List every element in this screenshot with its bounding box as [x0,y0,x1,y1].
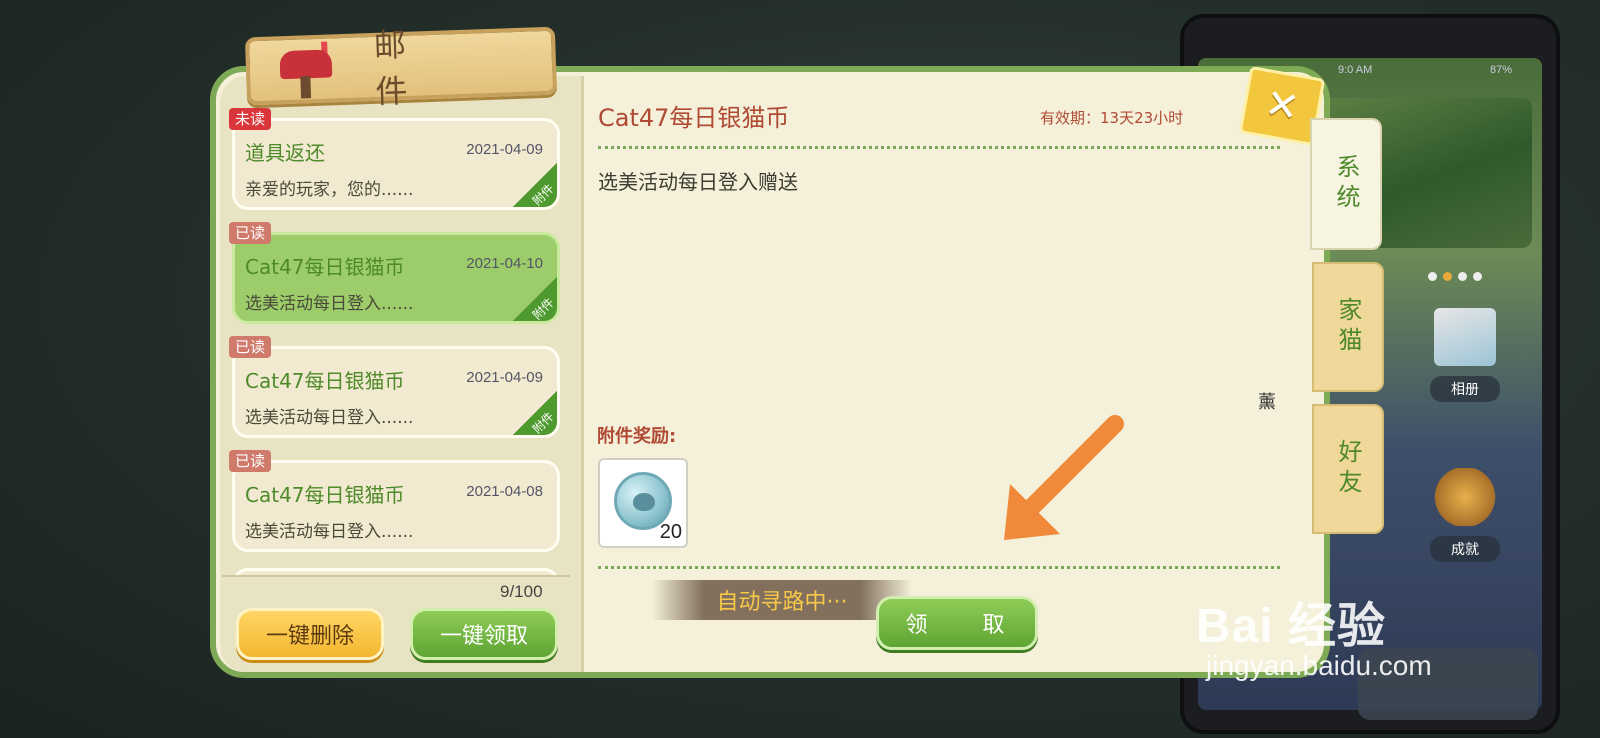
auto-pathfinding-banner: 自动寻路中··· [652,580,912,620]
phone-tile-album[interactable]: 相册 [1430,308,1500,402]
phone-tile-label: 成就 [1430,536,1500,562]
mail-date: 2021-04-09 [466,141,543,158]
mail-preview: 选美活动每日登入...... [245,294,414,314]
baidu-watermark: Bai 经验 [1196,600,1387,653]
dot [1458,272,1467,281]
attachment-label: 附件 [529,295,557,323]
mail-title: 邮 件 [373,24,447,111]
mail-preview: 选美活动每日登入...... [245,408,414,428]
phone-tile-achievement[interactable]: 成就 [1430,468,1500,562]
reward-item-slot[interactable]: 20 [598,458,688,548]
dot [1428,272,1437,281]
tab-friends[interactable]: 好友 [1312,404,1384,534]
mail-item[interactable]: 道具返还 2021-04-09 亲爱的玩家，您的...... 附件 [232,118,560,210]
phone-tile-label: 相册 [1430,376,1500,402]
mail-item[interactable]: Cat47每日银猫币 2021-04-09 选美活动每日登入...... 附件 [232,346,560,438]
attachment-label: 附件 [529,181,557,209]
mail-subject: Cat47每日银猫币 [245,483,405,507]
claim-all-button[interactable]: 一键领取 [410,608,558,660]
attachment-corner: 附件 [511,389,557,437]
tab-label: 好友 [1334,439,1362,499]
mail-header-sign: 邮 件 [244,25,558,111]
close-icon: ✕ [1261,80,1303,132]
phone-banner-dots [1428,272,1482,281]
dotted-divider [598,566,1280,569]
mail-body: 选美活动每日登入赠送 [598,170,798,194]
status-badge-read: 已读 [229,450,272,472]
attachment-label: 附件 [529,409,557,437]
mail-date: 2021-04-09 [466,369,543,386]
attachment-corner: 附件 [511,161,557,209]
claim-button[interactable]: 领 取 [876,596,1038,650]
baidu-watermark-url: jingyan.baidu.com [1206,650,1432,681]
phone-battery: 87% [1489,64,1512,76]
mail-date: 2021-04-10 [466,255,543,272]
dot [1473,272,1482,281]
mail-subject: Cat47每日银猫币 [245,255,405,279]
delete-all-button[interactable]: 一键删除 [236,608,384,660]
phone-time: 9:0 AM [1338,64,1373,76]
orange-arrow-annotation [1004,415,1124,540]
mail-item[interactable]: Cat47每日银猫币 2021-04-08 选美活动每日登入...... [232,460,560,552]
status-badge-unread: 未读 [229,108,272,130]
mail-signature: 薰 [1258,392,1276,413]
tab-system[interactable]: 系统 [1310,118,1382,250]
tab-label: 系统 [1332,154,1360,214]
mailbox-icon [277,41,335,99]
trophy-icon [1434,468,1496,526]
mail-preview: 亲爱的玩家，您的...... [245,180,414,200]
attachment-corner: 附件 [511,275,557,323]
tab-label: 家猫 [1334,297,1362,357]
validity-text: 有效期：13天23小时 [1040,109,1184,127]
dot-active [1443,272,1452,281]
tab-cat[interactable]: 家猫 [1312,262,1384,392]
mail-date: 2021-04-08 [466,483,543,500]
mail-subject: 道具返还 [245,141,325,165]
mail-list[interactable]: 道具返还 2021-04-09 亲爱的玩家，您的...... 附件 Cat47每… [230,108,560,576]
status-badge-read: 已读 [229,222,272,244]
mail-count: 9/100 [500,582,543,601]
reward-quantity: 20 [659,521,682,543]
dotted-divider [598,146,1280,149]
mail-subject: Cat47每日银猫币 [245,369,405,393]
reward-label: 附件奖励: [597,426,677,447]
mail-item-selected[interactable]: Cat47每日银猫币 2021-04-10 选美活动每日登入...... 附件 [232,232,560,324]
photo-album-icon [1434,308,1496,366]
list-divider [222,575,570,577]
status-badge-read: 已读 [229,336,272,358]
mail-preview: 选美活动每日登入...... [245,522,414,542]
detail-title: Cat47每日银猫币 [598,104,790,132]
